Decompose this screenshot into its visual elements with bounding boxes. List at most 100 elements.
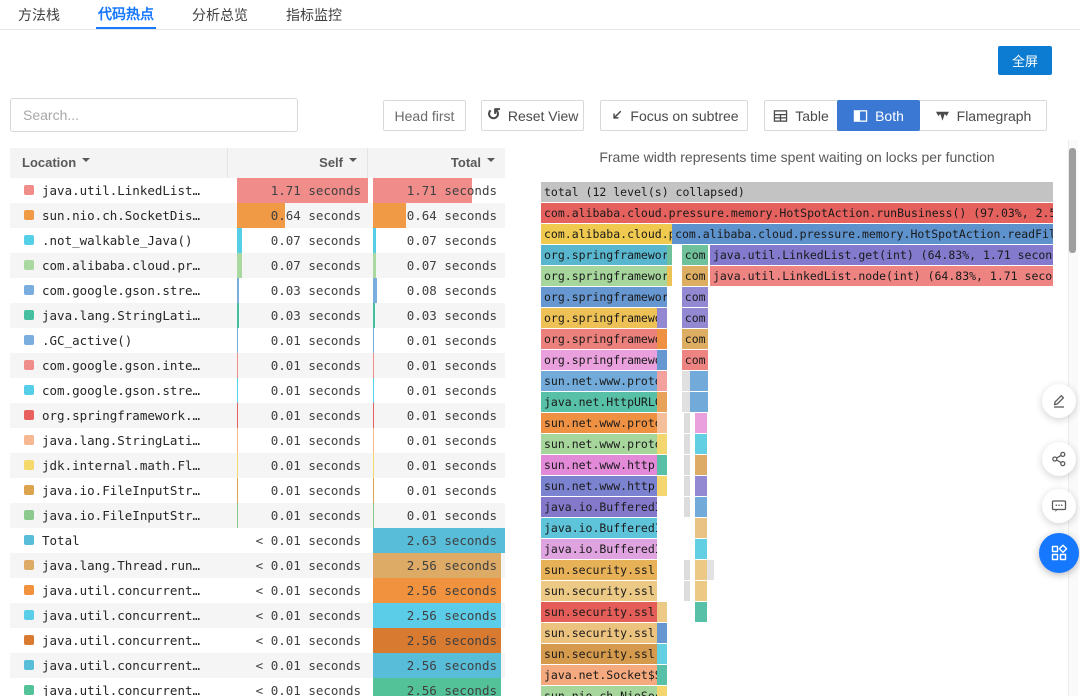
flame-frame[interactable] [683,476,690,496]
share-button[interactable] [1042,442,1076,476]
flame-frame[interactable]: java.io.BufferedI [541,497,658,517]
column-header-self[interactable]: Self [228,148,368,178]
tab-method-stack[interactable]: 方法栈 [16,0,62,29]
flame-frame[interactable] [657,602,667,622]
scrollbar-thumb[interactable] [1069,148,1076,253]
flame-frame[interactable]: sun.security.ssl. [541,602,658,622]
table-row[interactable]: com.alibaba.cloud.pr… 0.07 seconds 0.07 se… [10,253,505,278]
flame-frame[interactable]: sun.net.www.proto [541,413,658,433]
flame-frame[interactable] [657,434,667,454]
table-row[interactable]: java.util.concurrent… < 0.01 seconds 2.56 … [10,578,505,603]
flame-frame[interactable] [657,413,667,433]
flame-frame[interactable] [695,581,708,601]
flame-frame[interactable] [683,455,690,475]
flame-frame[interactable]: sun.nio.ch.NioSoc [541,686,658,696]
flame-frame[interactable] [657,455,667,475]
flame-frame[interactable]: java.net.Socket$S [541,665,658,685]
search-input[interactable] [10,98,298,132]
flame-frame[interactable]: org.springframewo [541,308,658,328]
flame-frame[interactable]: total (12 level(s) collapsed) [541,182,1053,202]
flame-frame[interactable] [666,266,673,286]
flame-frame[interactable]: org.springframework [541,245,667,265]
flame-frame[interactable]: com. [681,266,708,286]
table-row[interactable]: java.util.LinkedList… 1.71 seconds 1.71 se… [10,178,505,203]
flame-frame[interactable] [657,476,667,496]
flame-frame[interactable]: sun.security.ssl. [541,623,658,643]
flame-frame[interactable] [657,350,667,370]
flame-frame[interactable]: com. [681,308,708,328]
flame-frame[interactable] [657,644,667,664]
flame-frame[interactable] [657,392,667,412]
flame-frame[interactable]: sun.security.ssl. [541,560,658,580]
table-row[interactable]: com.google.gson.stre… 0.01 seconds 0.01 se… [10,378,505,403]
flame-frame[interactable]: org.springframewo [541,350,658,370]
flame-frame[interactable]: com. [681,350,708,370]
flame-frame[interactable] [657,329,667,349]
flame-frame[interactable] [657,308,667,328]
flame-frame[interactable] [666,245,673,265]
flame-frame[interactable]: sun.net.www.proto [541,434,658,454]
table-row[interactable]: java.util.concurrent… < 0.01 seconds 2.56 … [10,628,505,653]
flame-frame[interactable]: java.util.LinkedList.get(int) (64.83%, 1… [709,245,1053,265]
flame-frame[interactable] [689,371,708,391]
flame-frame[interactable] [695,602,708,622]
table-row[interactable]: Total < 0.01 seconds 2.63 seconds [10,528,505,553]
feedback-button[interactable] [1042,489,1076,523]
flame-frame[interactable] [683,413,690,433]
flame-frame[interactable]: sun.security.ssl. [541,644,658,664]
flame-frame[interactable]: com.alibaba.cloud.p [541,224,673,244]
flame-frame[interactable] [689,392,708,412]
flame-frame[interactable] [683,581,690,601]
table-row[interactable]: .not_walkable_Java() 0.07 seconds 0.07 sec… [10,228,505,253]
flame-frame[interactable] [695,455,708,475]
tab-analysis-overview[interactable]: 分析总览 [190,0,250,29]
flame-frame[interactable]: com.alibaba.cloud.pressure.memory.HotSpo… [541,203,1053,223]
flame-frame[interactable]: com.alibaba.cloud.pressure.memory.HotSpo… [672,224,1053,244]
reset-view-button[interactable]: ↺ Reset View [481,100,584,131]
flame-frame[interactable] [683,560,690,580]
flame-frame[interactable] [695,560,708,580]
table-row[interactable]: org.springframework.… 0.01 seconds 0.01 se… [10,403,505,428]
flame-frame[interactable]: sun.net.www.http. [541,476,658,496]
flame-frame[interactable] [657,665,667,685]
flame-frame[interactable]: java.net.HttpURLC [541,392,658,412]
flame-frame[interactable]: sun.net.www.http. [541,455,658,475]
flame-frame[interactable] [707,560,714,580]
flame-frame[interactable] [657,371,667,391]
focus-subtree-button[interactable]: Focus on subtree [600,100,748,131]
flame-frame[interactable] [695,476,708,496]
table-row[interactable]: java.io.FileInputStr… 0.01 seconds 0.01 se… [10,503,505,528]
tab-metrics-monitor[interactable]: 指标监控 [284,0,344,29]
flame-frame[interactable] [695,518,708,538]
flame-frame[interactable]: java.util.LinkedList.node(int) (64.83%, … [709,266,1053,286]
flamegraph-view-button[interactable]: Flamegraph [919,100,1047,131]
flame-frame[interactable]: org.springframework [541,287,667,307]
flame-frame[interactable]: org.springframework [541,266,667,286]
tab-code-hotspot[interactable]: 代码热点 [96,0,156,29]
flame-frame[interactable]: com. [681,245,708,265]
flame-frame[interactable] [695,539,708,559]
flame-frame[interactable]: com. [681,287,708,307]
both-view-button[interactable]: Both [837,100,920,131]
flame-frame[interactable]: java.io.BufferedI [541,518,658,538]
flame-frame[interactable] [695,413,708,433]
table-row[interactable]: java.util.concurrent… < 0.01 seconds 2.56 … [10,653,505,678]
table-row[interactable]: java.lang.StringLati… 0.03 seconds 0.03 se… [10,303,505,328]
table-row[interactable]: java.util.concurrent… < 0.01 seconds 2.56 … [10,678,505,696]
flame-frame[interactable] [695,434,708,454]
flame-frame[interactable] [681,392,690,412]
table-row[interactable]: java.lang.StringLati… 0.01 seconds 0.01 se… [10,428,505,453]
table-row[interactable]: .GC_active() 0.01 seconds 0.01 seconds [10,328,505,353]
head-first-button[interactable]: Head first [383,100,466,131]
flame-frame[interactable] [695,497,708,517]
table-row[interactable]: java.util.concurrent… < 0.01 seconds 2.56 … [10,603,505,628]
flame-frame[interactable] [657,686,667,696]
table-row[interactable]: java.lang.Thread.run… < 0.01 seconds 2.56 … [10,553,505,578]
table-row[interactable]: sun.nio.ch.SocketDis… 0.64 seconds 0.64 se… [10,203,505,228]
flame-frame[interactable] [683,434,690,454]
table-row[interactable]: com.google.gson.stre… 0.03 seconds 0.08 se… [10,278,505,303]
flame-frame[interactable] [681,371,690,391]
flame-frame[interactable]: sun.security.ssl. [541,581,658,601]
flame-frame[interactable]: sun.net.www.proto [541,371,658,391]
table-row[interactable]: java.io.FileInputStr… 0.01 seconds 0.01 se… [10,478,505,503]
